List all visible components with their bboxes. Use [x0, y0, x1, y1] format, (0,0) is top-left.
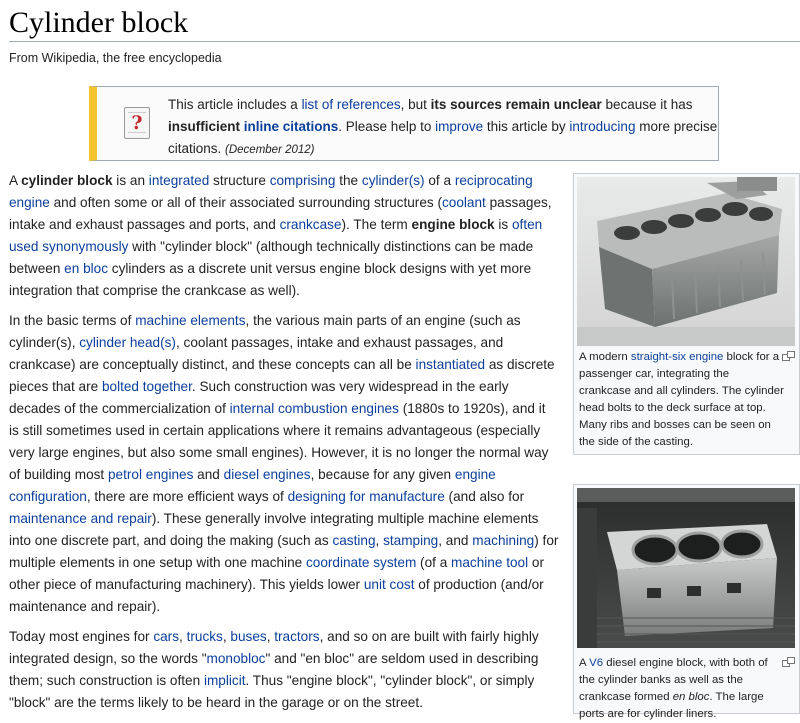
text-run: ,: [375, 533, 384, 548]
bold-term: cylinder block: [21, 173, 113, 188]
figure-caption: A modern straight-six engine block for a…: [579, 349, 784, 451]
article-paragraph: In the basic terms of machine elements , …: [9, 310, 559, 618]
page-title: Cylinder block: [9, 6, 189, 39]
article-body: A cylinder block is an integrated struct…: [9, 170, 559, 722]
article-link[interactable]: machine elements: [135, 313, 245, 328]
article-link[interactable]: diesel engines: [224, 467, 311, 482]
article-paragraph: Today most engines for cars, trucks, bus…: [9, 626, 559, 714]
notice-text-part: , but: [400, 97, 431, 112]
article-paragraph: A cylinder block is an integrated struct…: [9, 170, 559, 302]
notice-text: This article includes a list of referenc…: [168, 94, 718, 161]
text-run: is an: [112, 173, 149, 188]
text-run: (and also for: [444, 489, 525, 504]
notice-bold-text: insufficient inline citations: [168, 119, 338, 134]
text-run: block for a passenger car, integrating t…: [579, 351, 784, 448]
text-run: ,: [179, 629, 187, 644]
inline-citations-link[interactable]: inline citations: [244, 119, 339, 134]
figure-v6-block: A V6 diesel engine block, with both of t…: [573, 484, 800, 720]
article-link[interactable]: stamping: [383, 533, 438, 548]
notice-date: (December 2012): [225, 144, 315, 156]
text-run: (of a: [416, 555, 452, 570]
article-link[interactable]: instantiated: [416, 357, 486, 372]
list-of-references-link[interactable]: list of references: [302, 97, 401, 112]
text-run: A: [9, 173, 22, 188]
notice-text-part: because it has: [601, 97, 693, 112]
article-link[interactable]: casting: [332, 533, 375, 548]
article-link[interactable]: bolted together: [102, 379, 192, 394]
text-run: the: [335, 173, 362, 188]
notice-text-part: . Please help to: [338, 119, 436, 134]
text-run: , because for any given: [310, 467, 455, 482]
text-run: of a: [424, 173, 455, 188]
text-run: and: [193, 467, 224, 482]
question-mark: ?: [131, 112, 143, 134]
notice-bold-part: insufficient: [168, 119, 244, 134]
text-run: ). The term: [341, 217, 412, 232]
figure-caption: A V6 diesel engine block, with both of t…: [579, 655, 784, 723]
citation-notice-box: ? This article includes a list of refere…: [89, 86, 719, 161]
article-link[interactable]: coolant: [442, 195, 486, 210]
text-run: and often some or all of their associate…: [49, 195, 442, 210]
text-run: A: [579, 657, 590, 669]
text-run: Today most engines for: [9, 629, 154, 644]
text-run: structure: [209, 173, 270, 188]
engine-block-photo[interactable]: [577, 177, 795, 346]
figure-straight-six-block: A modern straight-six engine block for a…: [573, 173, 800, 455]
article-link[interactable]: buses: [230, 629, 266, 644]
article-link[interactable]: monobloc: [207, 651, 266, 666]
text-run: In the basic terms of: [9, 313, 136, 328]
article-link[interactable]: crankcase: [280, 217, 342, 232]
text-run: A modern: [579, 351, 631, 363]
article-link[interactable]: trucks: [187, 629, 223, 644]
article-link[interactable]: straight-six engine: [631, 351, 723, 363]
text-run: is: [494, 217, 512, 232]
tagline: From Wikipedia, the free encyclopedia: [9, 51, 222, 65]
question-book-icon: ?: [124, 107, 150, 139]
article-link[interactable]: maintenance and repair: [9, 511, 152, 526]
article-link[interactable]: cars: [153, 629, 179, 644]
improve-link[interactable]: improve: [435, 119, 483, 134]
article-link[interactable]: cylinder head(s): [79, 335, 176, 350]
article-link[interactable]: en bloc: [64, 261, 108, 276]
introducing-link[interactable]: introducing: [569, 119, 635, 134]
text-run: , and: [438, 533, 473, 548]
notice-text-part: this article by: [483, 119, 570, 134]
title-divider: [9, 41, 800, 42]
article-link[interactable]: unit cost: [364, 577, 415, 592]
article-link[interactable]: machining: [472, 533, 534, 548]
article-link[interactable]: integrated: [149, 173, 209, 188]
notice-text-part: This article includes a: [168, 97, 302, 112]
article-link[interactable]: V6: [589, 657, 603, 669]
text-run: , there are more efficient ways of: [86, 489, 288, 504]
article-link[interactable]: cylinder(s): [362, 173, 425, 188]
article-link[interactable]: internal combustion engines: [230, 401, 399, 416]
article-link[interactable]: tractors: [274, 629, 319, 644]
article-link[interactable]: implicit: [204, 673, 246, 688]
article-link[interactable]: petrol engines: [108, 467, 193, 482]
italic-term: en bloc: [672, 691, 710, 703]
article-link[interactable]: designing for manufacture: [288, 489, 445, 504]
article-link[interactable]: comprising: [270, 173, 336, 188]
bold-term: engine block: [411, 217, 495, 232]
v6-engine-block-photo[interactable]: [577, 488, 795, 648]
article-link[interactable]: machine tool: [451, 555, 528, 570]
notice-bold-text: its sources remain unclear: [430, 97, 602, 112]
article-link[interactable]: coordinate system: [306, 555, 416, 570]
